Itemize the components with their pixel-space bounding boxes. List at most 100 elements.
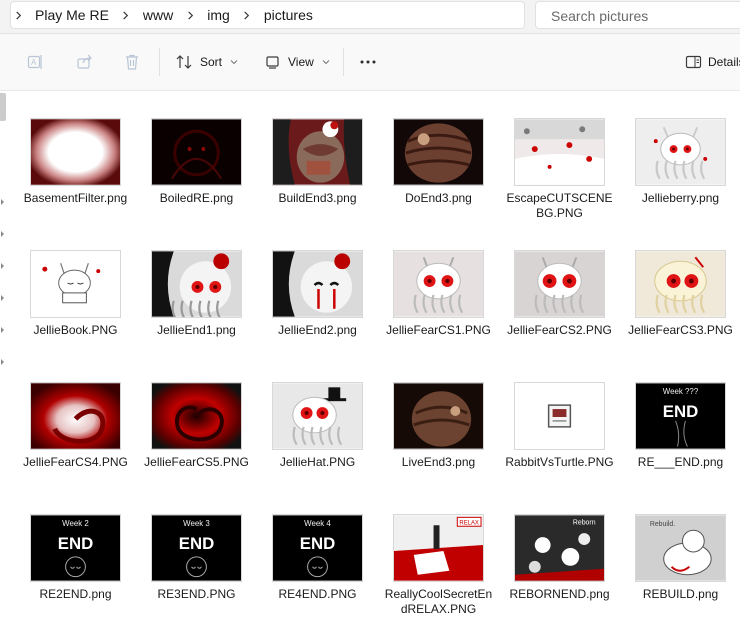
file-item[interactable]: Jellieberry.png <box>620 91 740 217</box>
svg-text:A: A <box>31 58 37 67</box>
file-name: LiveEnd3.png <box>401 455 476 469</box>
file-name: REBUILD.png <box>642 587 719 601</box>
file-thumbnail: RELAX <box>393 514 484 582</box>
thumb-caption: Week ??? <box>663 387 699 396</box>
file-name: RabbitVsTurtle.PNG <box>505 455 614 469</box>
file-thumbnail <box>272 382 363 450</box>
file-thumbnail <box>30 382 121 450</box>
file-item[interactable]: RabbitVsTurtle.PNG <box>499 355 620 481</box>
rename-icon: A <box>27 53 45 71</box>
search-box[interactable] <box>535 1 740 29</box>
file-item[interactable]: Week 2 END RE2END.png <box>15 487 136 613</box>
file-name: JellieFearCS2.PNG <box>507 323 612 337</box>
file-item[interactable]: Reborn REBORNEND.png <box>499 487 620 613</box>
chevron-right-icon[interactable] <box>240 8 254 22</box>
breadcrumb-item-play-me-re[interactable]: Play Me RE <box>25 7 119 23</box>
file-item[interactable]: Week 3 END RE3END.PNG <box>136 487 257 613</box>
file-name: JellieHat.PNG <box>279 455 356 469</box>
svg-text:Reborn: Reborn <box>573 519 596 526</box>
file-name: JellieFearCS5.PNG <box>144 455 249 469</box>
file-item[interactable]: JellieFearCS5.PNG <box>136 355 257 481</box>
file-thumbnail <box>272 118 363 186</box>
view-icon <box>265 54 281 70</box>
file-name: REBORNEND.png <box>509 587 610 601</box>
file-item[interactable]: JellieFearCS1.PNG <box>378 223 499 349</box>
file-name: JellieEnd2.png <box>278 323 357 337</box>
file-item[interactable]: Week 4 END RE4END.PNG <box>257 487 378 613</box>
file-thumbnail <box>635 250 726 318</box>
file-item[interactable]: JellieFearCS3.PNG <box>620 223 740 349</box>
details-pane-icon <box>685 54 702 70</box>
file-item[interactable]: JellieEnd2.png <box>257 223 378 349</box>
sort-icon <box>175 53 193 71</box>
file-thumbnail <box>635 118 726 186</box>
file-name: RE3END.PNG <box>157 587 236 601</box>
file-thumbnail <box>393 250 484 318</box>
file-thumbnail <box>30 250 121 318</box>
file-name: DoEnd3.png <box>405 191 472 205</box>
file-name: RE4END.PNG <box>278 587 357 601</box>
file-name: JellieEnd1.png <box>157 323 236 337</box>
address-bar: Play Me RE www img pictures <box>0 0 740 34</box>
file-item[interactable]: JellieFearCS4.PNG <box>15 355 136 481</box>
file-thumbnail <box>393 382 484 450</box>
file-name: BasementFilter.png <box>23 191 128 205</box>
file-name: JellieBook.PNG <box>33 323 118 337</box>
file-item[interactable]: BoiledRE.png <box>136 91 257 217</box>
file-item[interactable]: JellieHat.PNG <box>257 355 378 481</box>
file-thumbnail <box>151 250 242 318</box>
file-item[interactable]: Rebuild. REBUILD.png <box>620 487 740 613</box>
search-input[interactable] <box>549 3 733 29</box>
view-button[interactable]: View <box>265 48 330 76</box>
breadcrumb-item-pictures[interactable]: pictures <box>254 7 323 23</box>
svg-text:END: END <box>300 534 335 553</box>
svg-text:Week 3: Week 3 <box>183 519 210 528</box>
chevron-right-icon[interactable] <box>119 8 133 22</box>
file-thumbnail <box>151 382 242 450</box>
file-item[interactable]: EscapeCUTSCENEBG.PNG <box>499 91 620 220</box>
chevron-down-icon <box>230 59 238 65</box>
svg-text:Week 2: Week 2 <box>62 519 89 528</box>
file-name: Jellieberry.png <box>641 191 720 205</box>
file-name: BoiledRE.png <box>159 191 234 205</box>
svg-text:Rebuild.: Rebuild. <box>650 521 675 528</box>
file-thumbnail <box>514 118 605 186</box>
file-thumbnail <box>514 382 605 450</box>
file-name: BuildEnd3.png <box>278 191 357 205</box>
file-item[interactable]: BasementFilter.png <box>15 91 136 217</box>
delete-button[interactable] <box>123 48 141 76</box>
file-thumbnail <box>272 250 363 318</box>
svg-text:END: END <box>179 534 214 553</box>
share-button[interactable] <box>76 48 94 76</box>
breadcrumb-item-www[interactable]: www <box>133 7 183 23</box>
sort-label: Sort <box>200 55 223 69</box>
sort-button[interactable]: Sort <box>175 48 238 76</box>
chevron-right-icon <box>11 8 25 22</box>
chevron-down-icon <box>322 59 330 65</box>
file-name: JellieFearCS4.PNG <box>23 455 128 469</box>
file-item[interactable]: BuildEnd3.png <box>257 91 378 217</box>
file-item[interactable]: Week ??? END RE___END.png <box>620 355 740 481</box>
file-item[interactable]: RELAX ReallyCoolSecretEndRELAX.PNG <box>378 487 499 616</box>
breadcrumb[interactable]: Play Me RE www img pictures <box>10 1 525 29</box>
file-item[interactable]: JellieBook.PNG <box>15 223 136 349</box>
svg-text:RELAX: RELAX <box>459 520 478 526</box>
details-label: Details <box>708 55 740 69</box>
file-thumbnail <box>30 118 121 186</box>
file-thumbnail: Reborn <box>514 514 605 582</box>
file-item[interactable]: DoEnd3.png <box>378 91 499 217</box>
chevron-right-icon[interactable] <box>183 8 197 22</box>
file-thumbnail: Week 2 END <box>30 514 121 582</box>
file-name: ReallyCoolSecretEndRELAX.PNG <box>384 587 493 616</box>
file-item[interactable]: LiveEnd3.png <box>378 355 499 481</box>
file-item[interactable]: JellieEnd1.png <box>136 223 257 349</box>
file-name: JellieFearCS1.PNG <box>386 323 491 337</box>
trash-icon <box>123 53 141 71</box>
more-options-button[interactable] <box>359 48 377 76</box>
file-name: EscapeCUTSCENEBG.PNG <box>506 191 613 220</box>
file-thumbnail: Week ??? END <box>635 382 726 450</box>
file-item[interactable]: JellieFearCS2.PNG <box>499 223 620 349</box>
details-button[interactable]: Details <box>685 48 740 76</box>
rename-button[interactable]: A <box>27 48 45 76</box>
breadcrumb-item-img[interactable]: img <box>197 7 240 23</box>
